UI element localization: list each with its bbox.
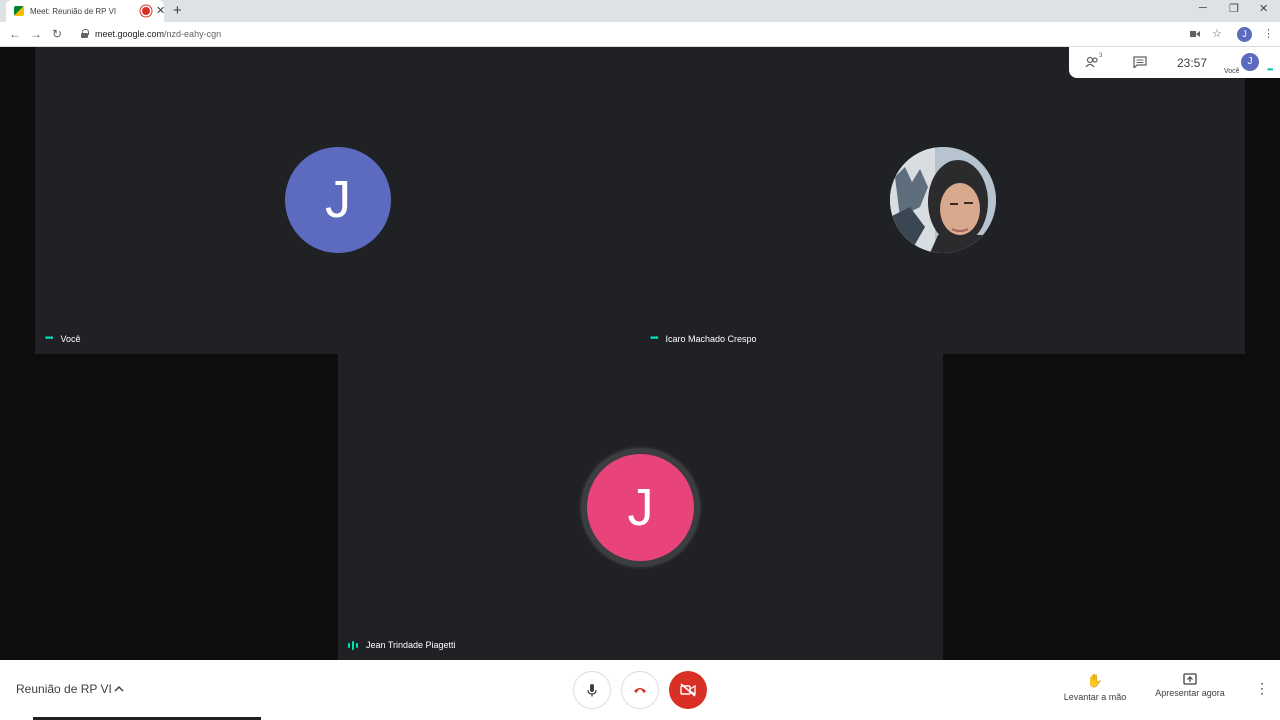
minimize-button[interactable]: ─	[1199, 2, 1207, 14]
close-window-button[interactable]: ✕	[1259, 2, 1268, 15]
microphone-button[interactable]	[573, 671, 611, 709]
meeting-clock: 23:57	[1177, 56, 1208, 70]
meeting-stage: J ••• Você ••• Icaro Machado Crespo J Je…	[0, 47, 1280, 660]
url-path: /nzd-eahy-cgn	[164, 29, 222, 39]
more-options-icon[interactable]: ⋮	[1255, 680, 1269, 697]
present-now-label: Apresentar agora	[1155, 688, 1225, 698]
participant-tile-jean[interactable]: J Jean Trindade Piagetti	[338, 354, 943, 660]
present-screen-icon	[1183, 673, 1197, 685]
participant-name: Icaro Machado Crespo	[665, 333, 757, 344]
hand-icon: ✋	[1086, 673, 1104, 688]
tab-close-button[interactable]: ✕	[156, 4, 165, 17]
avatar: J	[285, 147, 391, 253]
browser-tab-bar: Meet: Reunião de RP VI ✕ + ─ ❐ ✕	[0, 0, 1280, 22]
audio-dots-icon: •••	[45, 333, 53, 344]
microphone-icon	[587, 684, 597, 697]
participant-tile-icaro[interactable]: ••• Icaro Machado Crespo	[640, 47, 1245, 354]
browser-toolbar: ← → ↻ meet.google.com/nzd-eahy-cgn ☆ J ⋮	[0, 22, 1280, 47]
hang-up-button[interactable]	[621, 671, 659, 709]
self-preview-label: Você	[1224, 68, 1240, 75]
camera-in-use-icon[interactable]	[1190, 30, 1200, 38]
self-preview-avatar[interactable]: J	[1241, 53, 1259, 71]
audio-dots-icon: •••	[1267, 65, 1273, 74]
meeting-control-bar: Reunião de RP VI ✋ Levantar a mão Aprese…	[0, 660, 1280, 720]
browser-profile-avatar[interactable]: J	[1237, 27, 1252, 42]
chat-icon[interactable]	[1133, 56, 1147, 68]
new-tab-button[interactable]: +	[173, 2, 182, 19]
participant-name: Você	[60, 333, 81, 344]
browser-menu-icon[interactable]: ⋮	[1263, 27, 1274, 40]
speaking-bars-icon	[348, 640, 358, 650]
tab-title: Meet: Reunião de RP VI	[30, 6, 117, 16]
browser-tab[interactable]: Meet: Reunião de RP VI ✕	[6, 0, 165, 22]
reload-icon[interactable]: ↻	[52, 27, 62, 41]
back-icon[interactable]: ←	[9, 27, 21, 41]
participant-name-label: Jean Trindade Piagetti	[348, 640, 456, 650]
participant-tile-you[interactable]: J ••• Você	[35, 47, 640, 354]
url-host: meet.google.com	[95, 29, 165, 39]
address-bar[interactable]: meet.google.com/nzd-eahy-cgn	[95, 29, 221, 39]
raise-hand-label: Levantar a mão	[1063, 692, 1127, 702]
forward-icon[interactable]: →	[30, 27, 42, 41]
participants-count: 3	[1099, 53, 1103, 59]
lock-icon	[81, 29, 89, 38]
chevron-up-icon[interactable]	[114, 685, 124, 692]
recording-indicator-icon	[142, 7, 150, 15]
avatar-photo	[890, 147, 996, 253]
maximize-button[interactable]: ❐	[1229, 2, 1239, 15]
meeting-info-panel: 3 23:57 J Você •••	[1069, 47, 1280, 78]
camera-toggle-button[interactable]	[669, 671, 707, 709]
participant-name-label: ••• Icaro Machado Crespo	[650, 333, 757, 344]
meet-favicon-icon	[14, 6, 24, 16]
participant-name: Jean Trindade Piagetti	[366, 640, 456, 650]
present-now-button[interactable]: Apresentar agora	[1150, 673, 1230, 698]
hang-up-icon	[634, 688, 646, 693]
profile-photo-icon	[890, 147, 996, 253]
raise-hand-button[interactable]: ✋ Levantar a mão	[1060, 673, 1130, 702]
avatar: J	[587, 454, 694, 561]
audio-dots-icon: •••	[650, 333, 658, 344]
meeting-details-title[interactable]: Reunião de RP VI	[16, 682, 112, 696]
bookmark-star-icon[interactable]: ☆	[1212, 27, 1222, 40]
camera-off-icon	[680, 683, 696, 697]
participant-name-label: ••• Você	[45, 333, 81, 344]
